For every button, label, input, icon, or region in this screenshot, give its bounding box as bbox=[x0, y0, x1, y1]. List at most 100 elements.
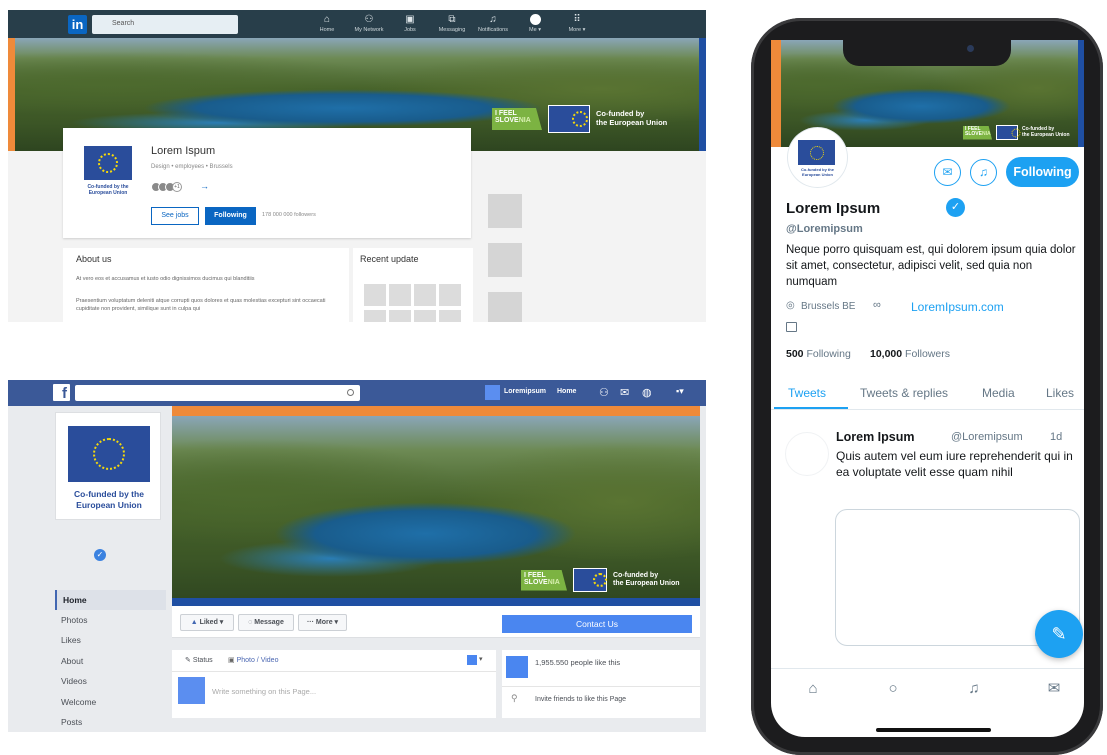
eu-flag-icon bbox=[573, 568, 608, 592]
search-icon[interactable]: ○ bbox=[882, 678, 904, 700]
followers-count[interactable]: 10,000 Followers bbox=[870, 348, 950, 360]
divider bbox=[172, 671, 496, 672]
update-thumbnail[interactable] bbox=[364, 284, 386, 306]
linkedin-nav-jobs[interactable]: ▣ Jobs bbox=[388, 14, 432, 33]
quill-plus-icon: ✎ bbox=[1051, 624, 1067, 644]
facebook-username[interactable]: Loremipsum bbox=[504, 388, 546, 395]
contact-us-button[interactable]: Contact Us bbox=[502, 615, 692, 633]
linkedin-nav-notifications[interactable]: ♫ Notifications bbox=[471, 14, 515, 33]
facebook-logo[interactable]: f bbox=[53, 384, 70, 402]
messaging-icon: ⧉ bbox=[448, 14, 456, 25]
company-meta: Design • employees • Brussels bbox=[151, 164, 233, 170]
home-icon: ⌂ bbox=[323, 14, 331, 25]
compose-tweet-button[interactable]: ✎ bbox=[1035, 610, 1083, 658]
facebook-nav-videos[interactable]: Videos bbox=[55, 671, 166, 691]
write-post-input[interactable]: Write something on this Page... bbox=[212, 687, 316, 696]
facebook-search-input[interactable] bbox=[75, 385, 360, 401]
linkedin-logo[interactable]: in bbox=[68, 15, 87, 34]
avatar[interactable] bbox=[485, 385, 500, 400]
avatar[interactable] bbox=[785, 432, 829, 476]
twitter-avatar[interactable]: Co-funded by the European Union bbox=[788, 128, 847, 187]
avatar bbox=[529, 14, 541, 25]
eu-flag-icon bbox=[798, 140, 835, 165]
chevron-down-icon[interactable]: ▾ bbox=[479, 655, 483, 663]
update-thumbnail[interactable] bbox=[439, 310, 461, 322]
update-thumbnail[interactable] bbox=[389, 310, 411, 322]
about-paragraph: Praesentium voluptatum deleniti atque co… bbox=[76, 298, 326, 313]
divider bbox=[771, 668, 1084, 669]
tab-media[interactable]: Media bbox=[982, 386, 1015, 400]
linkedin-nav-me[interactable]: Me ▾ bbox=[513, 14, 557, 33]
following-button[interactable]: Following bbox=[1006, 157, 1079, 187]
globe-icon[interactable]: ◍ bbox=[642, 386, 652, 399]
facebook-nav-posts[interactable]: Posts bbox=[55, 712, 166, 732]
tweet-author-name[interactable]: Lorem Ipsum bbox=[836, 430, 915, 444]
network-icon: ⚇ bbox=[364, 14, 374, 25]
logo-caption: Co-funded by the European Union bbox=[87, 184, 129, 196]
sidebar-placeholder bbox=[488, 292, 522, 322]
message-icon[interactable]: ✉ bbox=[934, 159, 961, 186]
following-button[interactable]: Following bbox=[205, 207, 256, 225]
linkedin-search-input[interactable]: Search bbox=[92, 15, 238, 34]
facebook-home-link[interactable]: Home bbox=[557, 388, 576, 395]
update-thumbnail[interactable] bbox=[389, 284, 411, 306]
facebook-cover-eu-banner: I FEEL SLOVENIA Co-funded by the European … bbox=[521, 568, 680, 592]
profile-name: Lorem Ipsum bbox=[786, 200, 881, 217]
tab-likes[interactable]: Likes bbox=[1046, 386, 1074, 400]
camera-icon bbox=[967, 45, 974, 52]
location-pin-icon: ◎ bbox=[786, 300, 795, 311]
company-logo: Co-funded by the European Union bbox=[78, 143, 138, 205]
audience-selector[interactable] bbox=[467, 655, 477, 665]
cover-blue-strip bbox=[699, 38, 706, 151]
tweet-timestamp: 1d bbox=[1050, 431, 1063, 443]
facebook-nav-photos[interactable]: Photos bbox=[55, 610, 166, 630]
update-thumbnail[interactable] bbox=[414, 284, 436, 306]
home-icon[interactable]: ⌂ bbox=[802, 678, 824, 700]
more-button[interactable]: ··· More ▾ bbox=[298, 614, 347, 631]
profile-website-link[interactable]: LoremIpsum.com bbox=[911, 300, 1004, 314]
pencil-icon: ✎ bbox=[185, 657, 193, 664]
divider bbox=[771, 409, 1084, 410]
arrow-right-icon[interactable]: → bbox=[200, 181, 209, 191]
update-thumbnail[interactable] bbox=[364, 310, 386, 322]
liked-button[interactable]: ▲ Liked ▾ bbox=[180, 614, 234, 631]
tab-tweets-replies[interactable]: Tweets & replies bbox=[860, 386, 948, 400]
mail-icon[interactable]: ✉ bbox=[1043, 678, 1065, 700]
eu-caption: Co-funded by the European Union bbox=[596, 109, 668, 127]
profile-bio: Neque porro quisquam est, qui dolorem ip… bbox=[786, 244, 1076, 288]
linkedin-nav-home[interactable]: ⌂ Home bbox=[305, 14, 349, 33]
recent-update-title: Recent update bbox=[360, 254, 419, 264]
linkedin-nav-more[interactable]: ⠿ More ▾ bbox=[555, 14, 599, 33]
i-feel-slovenia-logo: I FEEL SLOVENIA bbox=[521, 569, 567, 591]
tweet-author-handle: @Loremipsum bbox=[951, 431, 1023, 443]
facebook-nav-home[interactable]: Home bbox=[55, 590, 166, 610]
bell-icon[interactable]: ♫ bbox=[963, 678, 985, 700]
connections-avatars[interactable]: +1 bbox=[151, 182, 182, 192]
lock-icon[interactable]: ▪▾ bbox=[676, 386, 684, 397]
facebook-nav-about[interactable]: About bbox=[55, 651, 166, 671]
link-icon: ∞ bbox=[873, 299, 881, 311]
update-thumbnail[interactable] bbox=[439, 284, 461, 306]
message-button[interactable]: ◌ Message bbox=[238, 614, 294, 631]
composer-card bbox=[172, 650, 496, 718]
notification-bell-icon[interactable]: ♫ bbox=[970, 159, 997, 186]
profile-location: Brussels BE bbox=[801, 301, 856, 312]
photo-video-tab[interactable]: ▣ Photo / Video bbox=[228, 656, 278, 664]
linkedin-nav-messaging[interactable]: ⧉ Messaging bbox=[430, 14, 474, 33]
see-jobs-button[interactable]: See jobs bbox=[151, 207, 199, 225]
eu-flag-icon bbox=[84, 146, 132, 180]
facebook-nav-likes[interactable]: Likes bbox=[55, 630, 166, 650]
invite-friends-link[interactable]: Invite friends to like this Page bbox=[535, 696, 626, 703]
status-tab[interactable]: ✎ Status bbox=[185, 656, 213, 664]
update-thumbnail[interactable] bbox=[414, 310, 436, 322]
calendar-icon bbox=[786, 322, 797, 332]
tab-tweets[interactable]: Tweets bbox=[788, 386, 826, 400]
friends-icon[interactable]: ⚇ bbox=[599, 386, 609, 399]
messages-icon[interactable]: ✉ bbox=[620, 386, 629, 399]
avatar bbox=[178, 677, 205, 704]
following-count[interactable]: 500 Following bbox=[786, 348, 851, 360]
facebook-nav-welcome[interactable]: Welcome bbox=[55, 692, 166, 712]
linkedin-nav-network[interactable]: ⚇ My Network bbox=[347, 14, 391, 33]
grid-icon: ⠿ bbox=[573, 14, 581, 25]
divider bbox=[502, 686, 700, 687]
